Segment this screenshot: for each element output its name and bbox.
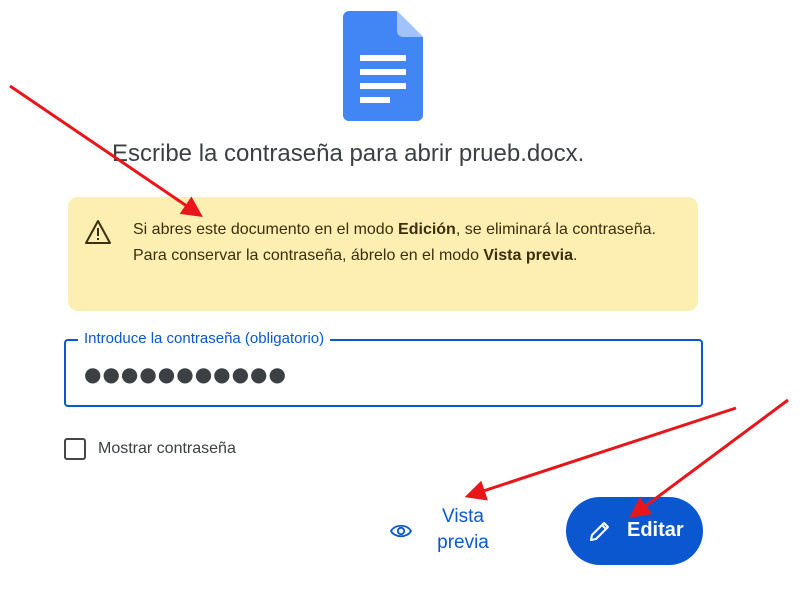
preview-button[interactable]: Vista previa [386, 500, 506, 564]
password-label: Introduce la contraseña (obligatorio) [78, 330, 331, 347]
warning-bold-edit: Edición [398, 221, 456, 238]
arrow-to-preview [464, 406, 737, 501]
password-field[interactable]: Introduce la contraseña (obligatorio) [64, 330, 703, 407]
warning-text: Si abres este documento en el modo Edici… [133, 221, 656, 264]
warning-banner: Si abres este documento en el modo Edici… [68, 197, 698, 311]
warning-bold-preview: Vista previa [483, 247, 573, 264]
show-password-row[interactable]: Mostrar contraseña [64, 437, 236, 461]
show-password-label[interactable]: Mostrar contraseña [98, 440, 236, 458]
edit-label[interactable]: Editar [627, 519, 684, 542]
password-dialog: Escribe la contraseña para abrir prueb.d… [0, 0, 809, 597]
preview-label[interactable]: Vista previa [426, 504, 500, 556]
warning-triangle-icon [85, 220, 111, 244]
page-title: Escribe la contraseña para abrir prueb.d… [112, 140, 585, 167]
edit-button[interactable]: Editar [566, 497, 703, 565]
show-password-checkbox[interactable] [64, 438, 86, 460]
password-input[interactable] [84, 359, 674, 389]
pencil-icon [590, 522, 609, 541]
google-docs-icon [343, 11, 423, 121]
eye-icon [390, 524, 412, 538]
